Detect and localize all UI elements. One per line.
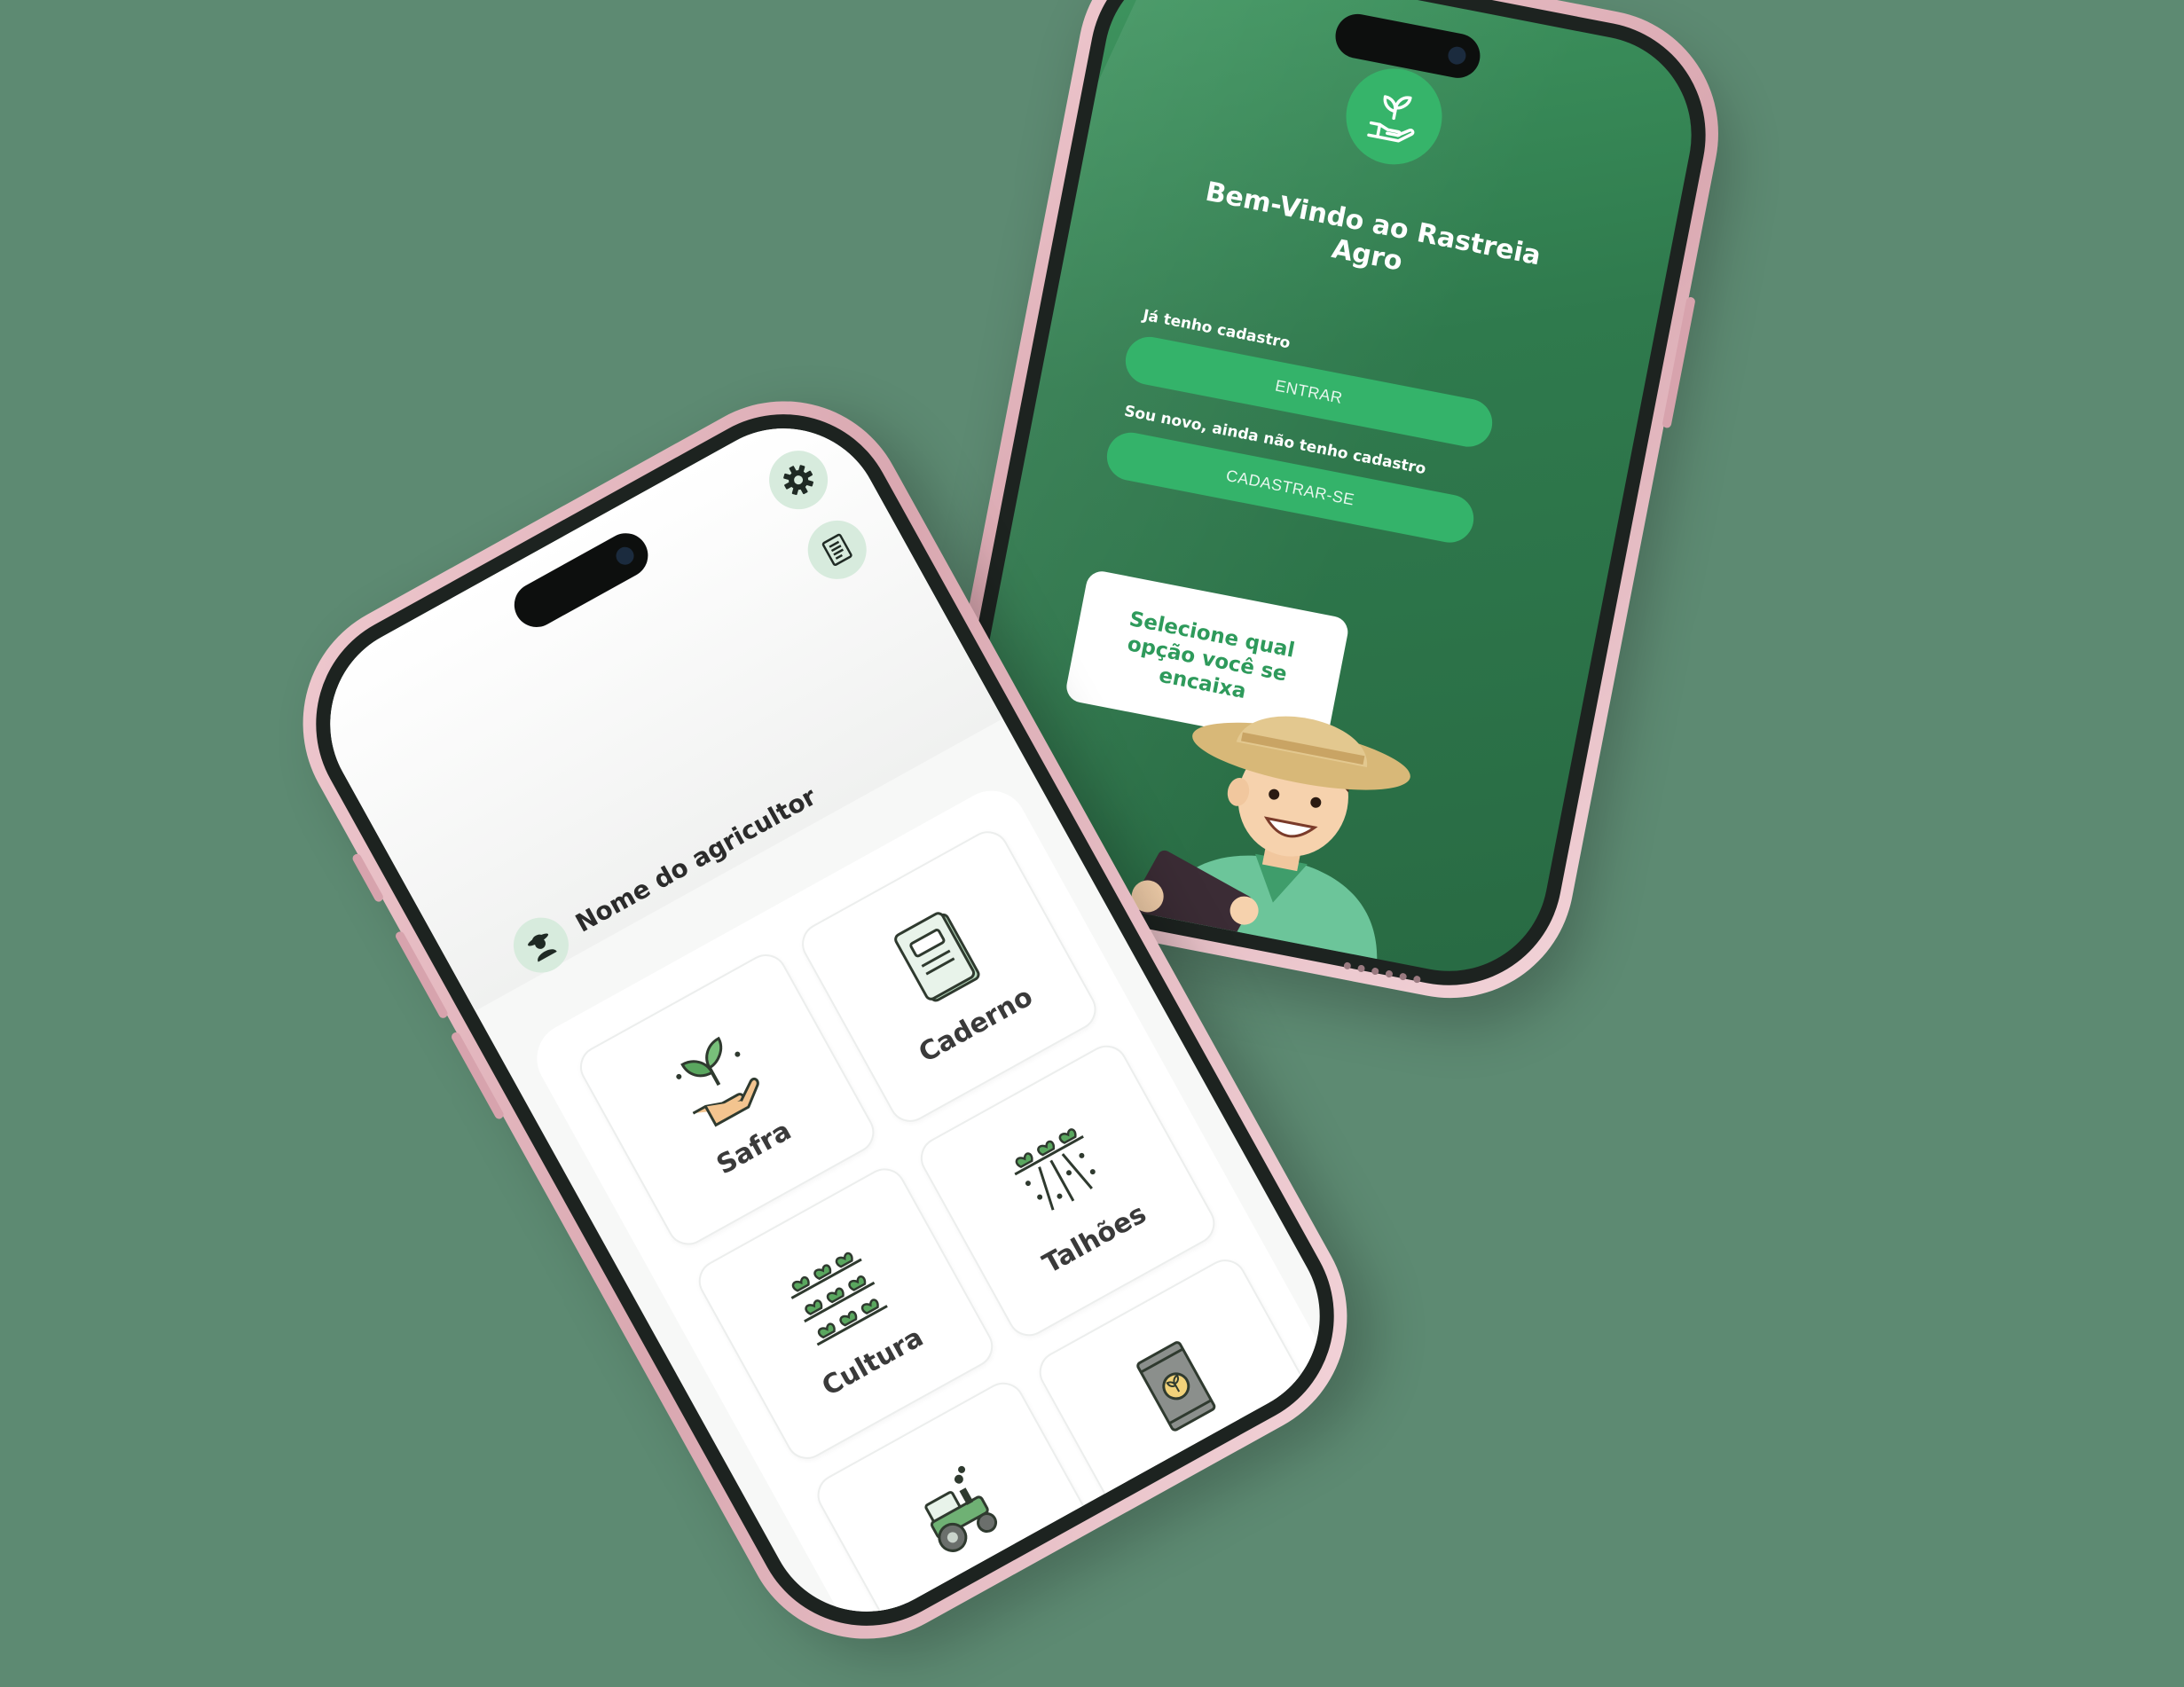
camera-icon xyxy=(612,544,638,569)
farmer-avatar-icon xyxy=(528,933,557,962)
hand-sprout-icon xyxy=(1367,95,1415,143)
document-icon xyxy=(821,533,852,566)
gear-icon xyxy=(783,465,814,496)
camera-icon xyxy=(1446,44,1468,67)
